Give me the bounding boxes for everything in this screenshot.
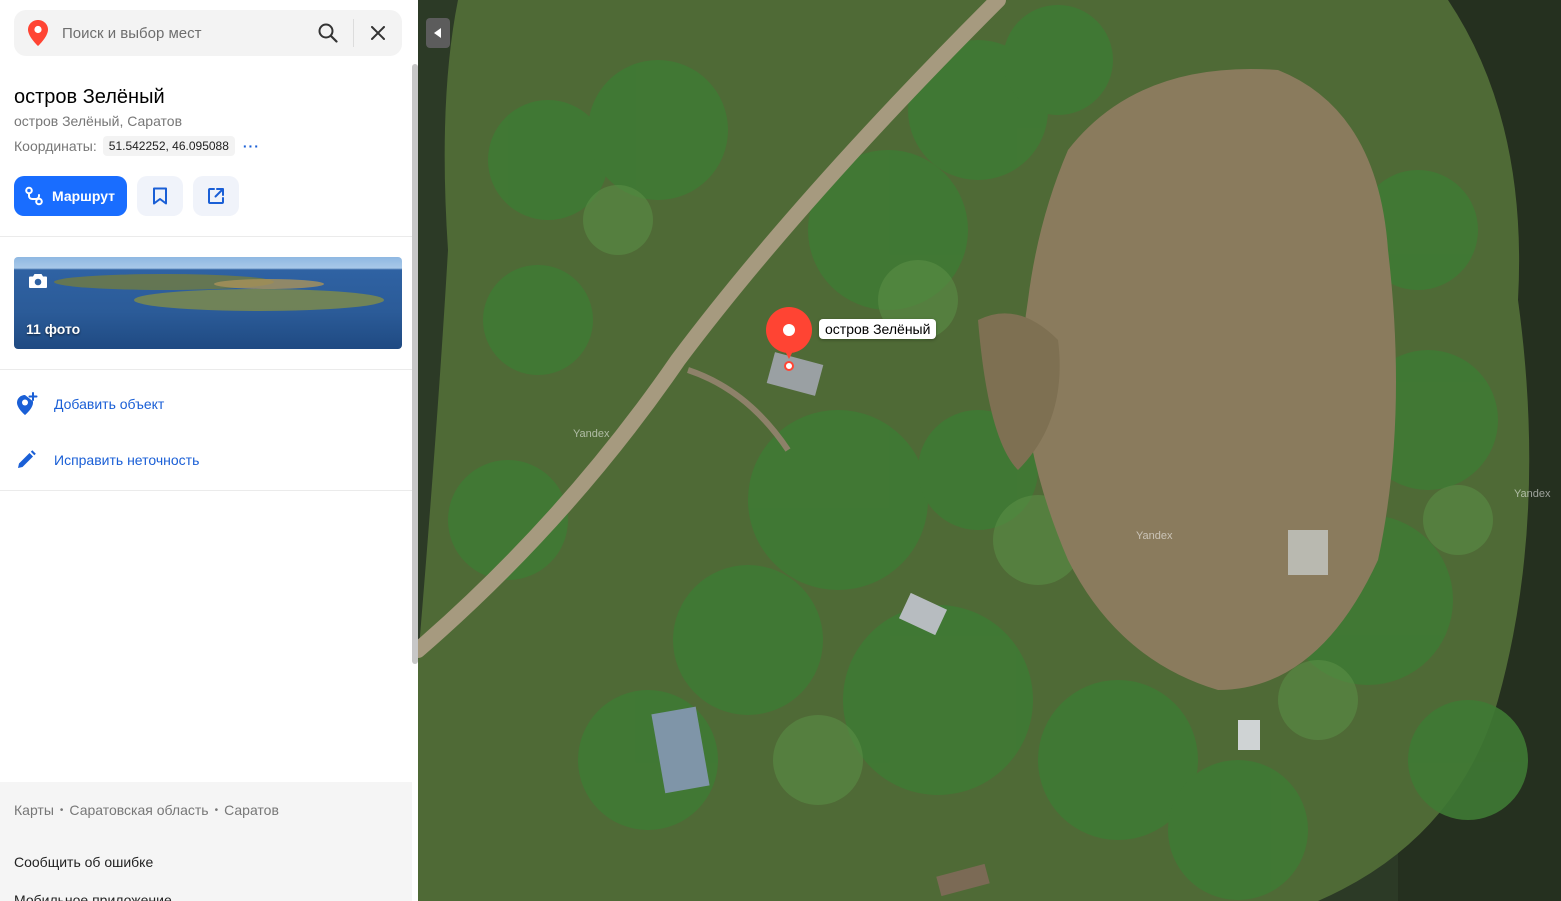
breadcrumb-item[interactable]: Саратовская область xyxy=(69,802,208,818)
add-object-label: Добавить объект xyxy=(54,396,165,412)
route-button-label: Маршрут xyxy=(52,188,116,204)
coordinates-value[interactable]: 51.542252, 46.095088 xyxy=(102,136,235,156)
photo-island xyxy=(134,289,384,311)
fix-error-link[interactable]: Исправить неточность xyxy=(14,448,199,472)
place-address: остров Зелёный, Саратов xyxy=(14,113,183,129)
photo-gallery[interactable]: 11 фото xyxy=(14,257,402,349)
search-icon xyxy=(318,23,338,43)
footer: Карты • Саратовская область • Саратов Со… xyxy=(0,782,412,901)
add-object-link[interactable]: Добавить объект xyxy=(14,392,164,416)
search-input[interactable] xyxy=(62,24,303,42)
search-box xyxy=(14,10,402,56)
coordinates-row: Координаты: 51.542252, 46.095088 ··· xyxy=(14,136,260,156)
report-error-link[interactable]: Сообщить об ошибке xyxy=(14,854,153,870)
place-marker[interactable] xyxy=(765,307,813,378)
map-watermark: Yandex xyxy=(1136,530,1173,542)
triangle-left-icon xyxy=(434,28,441,38)
map-watermark: Yandex xyxy=(1514,488,1551,500)
map-pin-icon xyxy=(14,10,62,56)
breadcrumb-item[interactable]: Саратов xyxy=(224,802,279,818)
share-icon xyxy=(208,188,225,204)
breadcrumb: Карты • Саратовская область • Саратов xyxy=(14,802,279,818)
camera-icon xyxy=(29,274,47,288)
route-button[interactable]: Маршрут xyxy=(14,176,128,216)
breadcrumb-separator: • xyxy=(59,804,64,816)
route-icon xyxy=(25,186,43,206)
divider xyxy=(0,236,412,237)
place-title: остров Зелёный xyxy=(14,86,165,108)
pencil-icon xyxy=(18,450,36,468)
close-icon xyxy=(371,26,385,40)
divider xyxy=(0,490,412,491)
breadcrumb-item[interactable]: Карты xyxy=(14,802,54,818)
breadcrumb-separator: • xyxy=(214,804,219,816)
satellite-map[interactable]: Yandex Yandex Yandex остров Зелёный xyxy=(418,0,1561,901)
share-button[interactable] xyxy=(193,176,240,216)
clear-search-button[interactable] xyxy=(354,10,402,56)
map-watermark: Yandex xyxy=(573,428,610,440)
coordinates-label: Координаты: xyxy=(14,138,97,154)
add-place-icon xyxy=(17,392,38,415)
mobile-app-link[interactable]: Мобильное приложение xyxy=(14,892,172,901)
side-panel: остров Зелёный остров Зелёный, Саратов К… xyxy=(0,0,418,901)
collapse-panel-button[interactable] xyxy=(426,18,450,48)
marker-label[interactable]: остров Зелёный xyxy=(819,319,937,339)
satellite-imagery xyxy=(418,0,1561,901)
photo-island xyxy=(214,279,324,289)
fix-error-label: Исправить неточность xyxy=(54,452,200,468)
bookmark-icon xyxy=(153,187,168,205)
bookmark-button[interactable] xyxy=(137,176,184,216)
divider xyxy=(0,369,412,370)
photo-count: 11 фото xyxy=(26,321,81,337)
map-marker-icon xyxy=(766,307,812,371)
coordinates-more-button[interactable]: ··· xyxy=(243,139,260,153)
action-buttons: Маршрут xyxy=(14,176,240,216)
search-button[interactable] xyxy=(303,10,353,56)
